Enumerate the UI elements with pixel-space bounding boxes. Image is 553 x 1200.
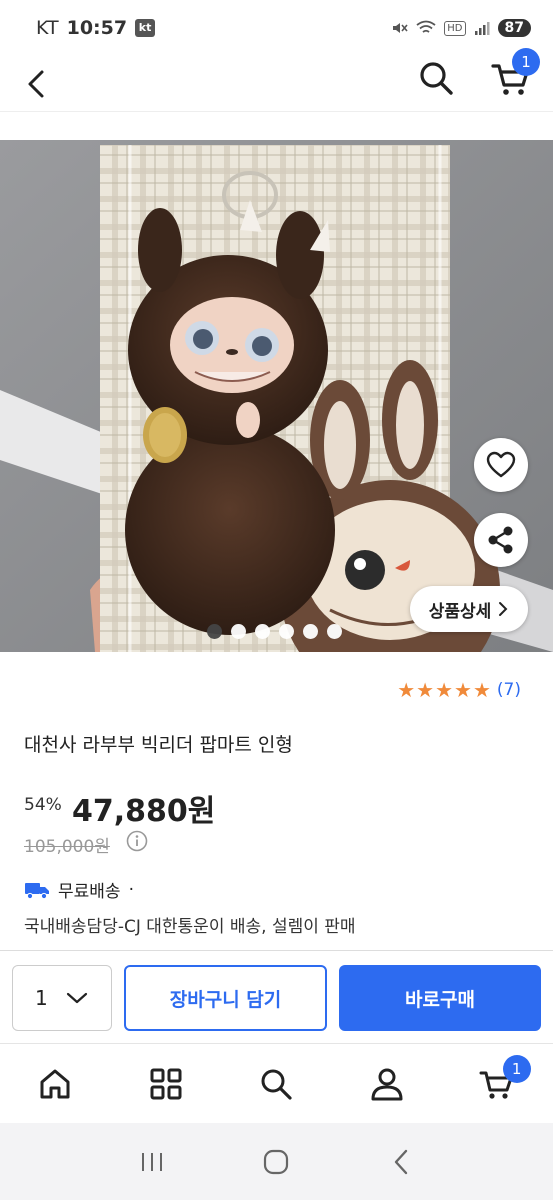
price-info-button[interactable] <box>126 830 148 852</box>
hd-voice-badge: HD <box>444 20 466 36</box>
gallery-pagination <box>207 624 342 639</box>
carrier-app-icon: kt <box>135 19 156 37</box>
star-icon: ★ <box>397 678 416 702</box>
gallery-dot[interactable] <box>231 624 246 639</box>
mute-icon <box>393 23 408 33</box>
share-button[interactable] <box>474 513 528 567</box>
app-header: 1 <box>0 48 553 112</box>
recent-apps-icon <box>142 1152 163 1171</box>
purchase-bar: 1 장바구니 담기 바로구매 <box>0 950 553 1044</box>
header-search-button[interactable] <box>416 58 456 98</box>
bottom-nav: 1 <box>0 1045 553 1123</box>
share-icon <box>488 526 513 554</box>
shipping-description: 국내배송담당-CJ 대한통운이 배송, 설렘이 판매 <box>24 917 356 937</box>
shipping-row: 무료배송 · <box>24 877 134 902</box>
quantity-value: 1 <box>35 986 48 1010</box>
product-detail-label: 상품상세 <box>428 601 492 622</box>
shipping-separator: · <box>128 879 134 900</box>
buy-now-button[interactable]: 바로구매 <box>339 965 541 1031</box>
heart-icon <box>486 451 516 478</box>
discount-rate: 54% <box>24 795 62 815</box>
search-icon <box>261 1069 293 1100</box>
star-icon: ★ <box>454 678 472 702</box>
product-page: KT 10:57 kt HD 87 1 상품상세 ★ ★ ★ ★ ★ (7) 대… <box>0 0 553 1200</box>
chevron-right-icon <box>499 602 508 616</box>
home-circle-icon <box>264 1149 289 1174</box>
category-icon <box>150 1068 182 1100</box>
nav-search[interactable] <box>251 1059 301 1109</box>
wishlist-button[interactable] <box>474 438 528 492</box>
add-to-cart-button[interactable]: 장바구니 담기 <box>124 965 327 1031</box>
product-photo <box>0 140 553 652</box>
original-price: 105,000원 <box>24 837 110 857</box>
battery-indicator: 87 <box>497 19 531 37</box>
nav-category[interactable] <box>141 1059 191 1109</box>
gallery-dot[interactable] <box>279 624 294 639</box>
gallery-dot[interactable] <box>327 624 342 639</box>
star-icon: ★ <box>472 678 491 702</box>
home-button[interactable] <box>256 1142 296 1182</box>
quantity-select[interactable]: 1 <box>12 965 112 1031</box>
chevron-down-icon <box>66 992 87 1004</box>
header-cart-badge: 1 <box>512 48 540 76</box>
info-icon <box>126 830 148 852</box>
gallery-dot[interactable] <box>303 624 318 639</box>
user-icon <box>371 1068 403 1101</box>
signal-icon <box>474 22 490 35</box>
nav-my-page[interactable] <box>362 1059 412 1109</box>
wifi-icon <box>416 20 436 33</box>
product-image-gallery[interactable] <box>0 140 553 652</box>
review-count: (7) <box>496 680 521 700</box>
back-button[interactable] <box>20 66 56 102</box>
home-icon <box>40 1069 70 1099</box>
nav-home[interactable] <box>30 1059 80 1109</box>
truck-icon <box>25 882 49 899</box>
product-detail-button[interactable]: 상품상세 <box>410 586 528 632</box>
gallery-dot[interactable] <box>207 624 222 639</box>
header-cart-button[interactable]: 1 <box>490 48 540 98</box>
chevron-left-icon <box>28 70 44 98</box>
gallery-dot[interactable] <box>255 624 270 639</box>
search-icon <box>420 62 453 95</box>
clock: 10:57 <box>66 17 128 39</box>
back-arrow-icon <box>394 1149 408 1174</box>
rating-stars: ★ ★ ★ ★ ★ <box>397 680 491 700</box>
system-nav-bar <box>0 1123 553 1200</box>
carrier-label: KT <box>36 17 59 39</box>
product-title: 대천사 라부부 빅리더 팝마트 인형 <box>24 734 293 756</box>
free-shipping-label: 무료배송 <box>58 882 121 902</box>
status-bar: KT 10:57 kt HD 87 <box>0 0 553 56</box>
sale-price: 47,880원 <box>72 794 216 829</box>
nav-cart[interactable]: 1 <box>473 1055 531 1109</box>
star-icon: ★ <box>435 678 454 702</box>
nav-cart-badge: 1 <box>502 1055 531 1083</box>
rating[interactable]: ★ ★ ★ ★ ★ (7) <box>397 680 521 700</box>
recent-apps-button[interactable] <box>132 1142 172 1182</box>
star-icon: ★ <box>416 678 435 702</box>
system-back-button[interactable] <box>381 1142 421 1182</box>
